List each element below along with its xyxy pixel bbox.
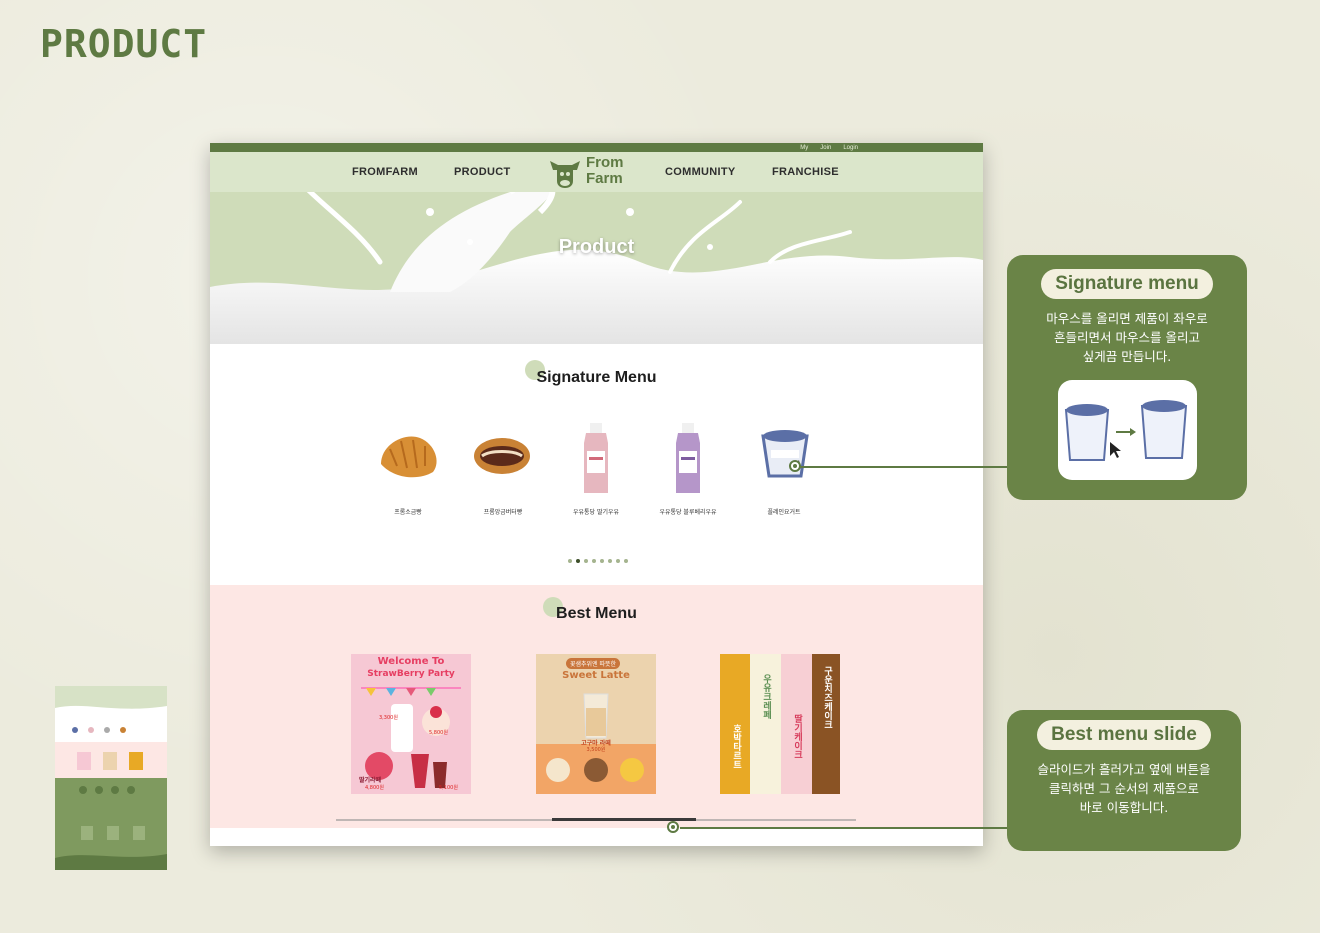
page-title: PRODUCT <box>40 22 208 66</box>
card-price: 3,500원 <box>586 747 606 753</box>
product-label-strawberry-milk: 우유통당 딸기우유 <box>572 509 620 516</box>
best-hotspot-marker <box>667 821 679 833</box>
utility-bar: My Join Login <box>210 143 983 152</box>
pager-dot[interactable] <box>600 559 604 563</box>
nav-fromfarm[interactable]: FROMFARM <box>352 166 418 178</box>
hero-banner: FROMFARM PRODUCT From Farm COMMUNITY FRA… <box>210 152 983 344</box>
login-link[interactable]: Login <box>843 145 858 151</box>
product-label-plain-yogurt: 플레인요거트 <box>767 509 801 516</box>
card-heading: Sweet Latte <box>562 670 630 681</box>
best-card-sweet-latte[interactable]: 꽃샘추위엔 따뜻한 Sweet Latte 고구마 라떼 3,500원 <box>536 654 656 794</box>
dessert-col-pumpkin: 호박타르트 <box>720 654 750 794</box>
card-price-1: 3,300원 <box>379 715 398 721</box>
signature-callout-line3: 싶게끔 만듭니다. <box>1082 349 1172 364</box>
best-card-strawberry-party[interactable]: Welcome To StrawBerry Party 딸기라떼 3,300원 … <box>351 654 471 794</box>
main-nav: FROMFARM PRODUCT From Farm COMMUNITY FRA… <box>210 152 983 192</box>
join-link[interactable]: Join <box>820 145 831 151</box>
product-label-butter-bread: 프롬앙금버터빵 <box>483 509 523 516</box>
logo-word-from: From <box>586 154 624 171</box>
card-price-3: 4,800원 <box>365 785 384 791</box>
signature-menu-title: Signature Menu <box>536 369 657 386</box>
card-heading: Welcome To <box>377 656 445 667</box>
best-menu-title: Best Menu <box>556 605 637 622</box>
product-label-blueberry-milk: 우유통당 블루베리우유 <box>659 509 717 516</box>
dessert-col-cheesecake: 구운치즈케이크 <box>812 654 840 794</box>
nav-franchise[interactable]: FRANCHISE <box>772 166 839 178</box>
logo-word-farm: Farm <box>586 170 623 187</box>
signature-callout-line1: 마우스를 올리면 제품이 좌우로 <box>1046 311 1208 326</box>
plain-yogurt-image[interactable] <box>755 424 835 484</box>
best-callout-title: Best menu slide <box>1037 720 1211 750</box>
pager-dot[interactable] <box>584 559 588 563</box>
nav-product[interactable]: PRODUCT <box>454 166 511 178</box>
card-price-4: 5,100원 <box>439 785 458 791</box>
signature-callout-title: Signature menu <box>1041 269 1213 299</box>
pager-dot[interactable] <box>568 559 572 563</box>
salt-bread-image[interactable] <box>375 424 455 484</box>
cow-logo-icon <box>550 161 580 188</box>
website-mockup: My Join Login FROMFARM PRODUCT From Farm… <box>210 143 983 846</box>
nav-community[interactable]: COMMUNITY <box>665 166 736 178</box>
pager-dot[interactable] <box>624 559 628 563</box>
dessert-col-crepe: 우유크레페 <box>750 654 781 794</box>
best-menu-section: Best Menu Welcome To StrawBerry Party 딸기… <box>210 585 983 828</box>
hero-title: Product <box>558 236 635 258</box>
page-thumbnail-image <box>55 686 167 870</box>
product-label-salt-bread: 프롬소금빵 <box>394 509 422 516</box>
pager-dot[interactable] <box>592 559 596 563</box>
blueberry-milk-image[interactable] <box>668 421 748 496</box>
pager-dot[interactable] <box>616 559 620 563</box>
dessert-col-strawberry-cake: 딸기케이크 <box>781 654 812 794</box>
best-card-desserts[interactable]: 호박타르트 우유크레페 딸기케이크 구운치즈케이크 <box>720 654 840 794</box>
best-callout: Best menu slide 슬라이드가 흘러가고 옆에 버튼을 클릭하면 그… <box>1007 710 1241 851</box>
signature-hotspot-marker <box>789 460 801 472</box>
signature-menu-section: Signature Menu 프롬소금빵 프롬앙금버터빵 우유통당 딸기우유 우… <box>210 344 983 585</box>
card-price-2: 5,800원 <box>429 730 448 736</box>
best-connector-line <box>680 827 1008 829</box>
full-page-thumbnail <box>55 686 167 870</box>
signature-callout-line2: 흔들리면서 마우스를 올리고 <box>1054 330 1200 345</box>
footer-strip <box>210 828 983 846</box>
pager-dot[interactable] <box>576 559 580 563</box>
best-callout-line1: 슬라이드가 흘러가고 옆에 버튼을 <box>1037 762 1211 777</box>
yogurt-hover-illustration <box>1064 400 1187 461</box>
yogurt-hover-demo <box>1057 380 1197 480</box>
red-bean-butter-bread-image[interactable] <box>470 426 550 486</box>
strawberry-milk-image[interactable] <box>576 421 656 496</box>
best-callout-line2: 클릭하면 그 순서의 제품으로 <box>1049 781 1199 796</box>
fromfarm-logo[interactable]: From Farm <box>546 155 631 191</box>
signature-pager <box>568 559 628 563</box>
best-callout-line3: 바로 이동합니다. <box>1079 800 1169 815</box>
card-subheading: StrawBerry Party <box>367 669 455 679</box>
my-link[interactable]: My <box>800 145 808 151</box>
pager-dot[interactable] <box>608 559 612 563</box>
card-tag: 딸기라떼 <box>359 777 382 784</box>
signature-callout: Signature menu 마우스를 올리면 제품이 좌우로 흔들리면서 마우… <box>1007 255 1247 500</box>
signature-connector-line <box>796 466 1008 468</box>
card-badge: 꽃샘추위엔 따뜻한 <box>566 658 621 669</box>
